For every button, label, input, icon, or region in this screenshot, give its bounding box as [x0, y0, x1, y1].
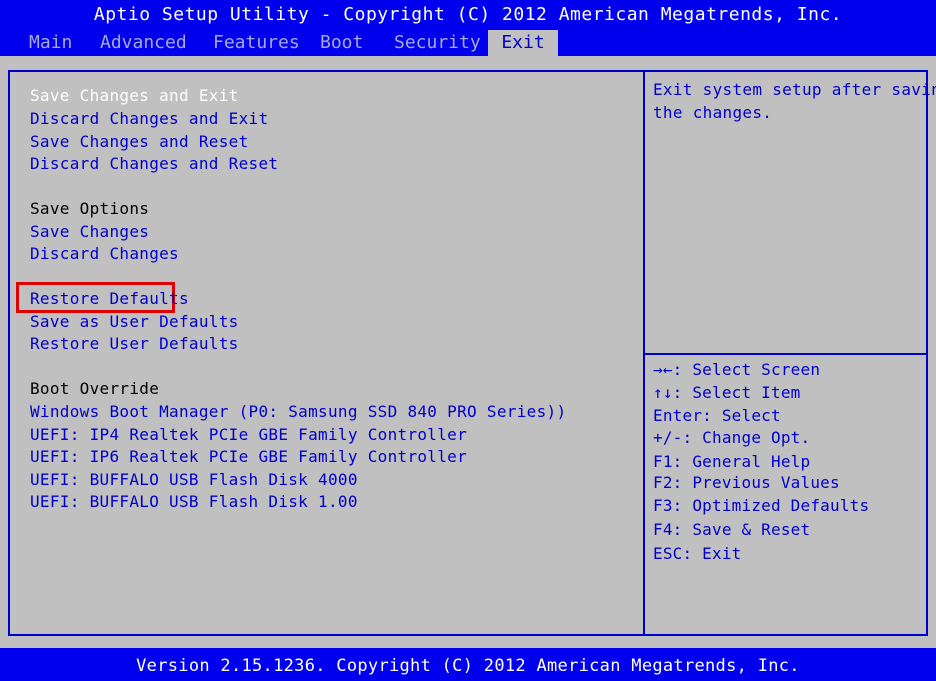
boot-override-item[interactable]: UEFI: IP6 Realtek PCIe GBE Family Contro…	[30, 447, 467, 467]
header-bar: Aptio Setup Utility - Copyright (C) 2012…	[0, 0, 936, 56]
key-hint: F2: Previous Values	[653, 473, 840, 492]
help-panel: Exit system setup after saving the chang…	[645, 70, 936, 355]
help-text-line: the changes.	[653, 103, 773, 122]
tab-boot[interactable]: Boot	[320, 30, 363, 56]
discard-changes-and-exit-item[interactable]: Discard Changes and Exit	[30, 109, 268, 129]
key-hint: F3: Optimized Defaults	[653, 496, 870, 515]
key-hint: ↑↓: Select Item	[653, 383, 801, 402]
tab-bar: Main Advanced Features Boot Security Exi…	[0, 30, 936, 56]
app-title: Aptio Setup Utility - Copyright (C) 2012…	[93, 4, 843, 25]
save-as-user-defaults-item[interactable]: Save as User Defaults	[30, 312, 239, 332]
key-hint: +/-: Change Opt.	[653, 428, 811, 447]
boot-override-item[interactable]: UEFI: BUFFALO USB Flash Disk 4000	[30, 470, 358, 490]
key-hint: →←: Select Screen	[653, 360, 821, 379]
version-text: Version 2.15.1236. Copyright (C) 2012 Am…	[136, 656, 800, 676]
footer-bar: Version 2.15.1236. Copyright (C) 2012 Am…	[0, 648, 936, 681]
menu-panel: Save Changes and Exit Discard Changes an…	[8, 70, 645, 636]
key-legend-panel: →←: Select Screen ↑↓: Select Item Enter:…	[645, 353, 928, 636]
restore-user-defaults-item[interactable]: Restore User Defaults	[30, 334, 239, 354]
save-changes-and-reset-item[interactable]: Save Changes and Reset	[30, 132, 249, 152]
key-hint: Enter: Select	[653, 406, 781, 425]
key-hint: F4: Save & Reset	[653, 520, 811, 539]
save-changes-and-exit-item[interactable]: Save Changes and Exit	[30, 86, 239, 106]
tab-security[interactable]: Security	[394, 30, 481, 56]
key-hint: F1: General Help	[653, 452, 811, 471]
tab-features[interactable]: Features	[213, 30, 300, 56]
main-area: Save Changes and Exit Discard Changes an…	[0, 56, 936, 648]
tab-exit[interactable]: Exit	[488, 30, 558, 56]
tab-main[interactable]: Main	[29, 30, 72, 56]
save-changes-item[interactable]: Save Changes	[30, 222, 149, 242]
discard-changes-and-reset-item[interactable]: Discard Changes and Reset	[30, 154, 278, 174]
save-options-header: Save Options	[30, 199, 150, 218]
help-text-line: Exit system setup after saving	[653, 80, 936, 99]
tab-advanced[interactable]: Advanced	[100, 30, 187, 56]
discard-changes-item[interactable]: Discard Changes	[30, 244, 179, 264]
key-hint: ESC: Exit	[653, 544, 742, 563]
restore-defaults-item[interactable]: Restore Defaults	[30, 289, 189, 309]
boot-override-header: Boot Override	[30, 379, 160, 398]
boot-override-item[interactable]: UEFI: BUFFALO USB Flash Disk 1.00	[30, 492, 358, 512]
boot-override-item[interactable]: UEFI: IP4 Realtek PCIe GBE Family Contro…	[30, 425, 467, 445]
boot-override-item[interactable]: Windows Boot Manager (P0: Samsung SSD 84…	[30, 402, 566, 422]
